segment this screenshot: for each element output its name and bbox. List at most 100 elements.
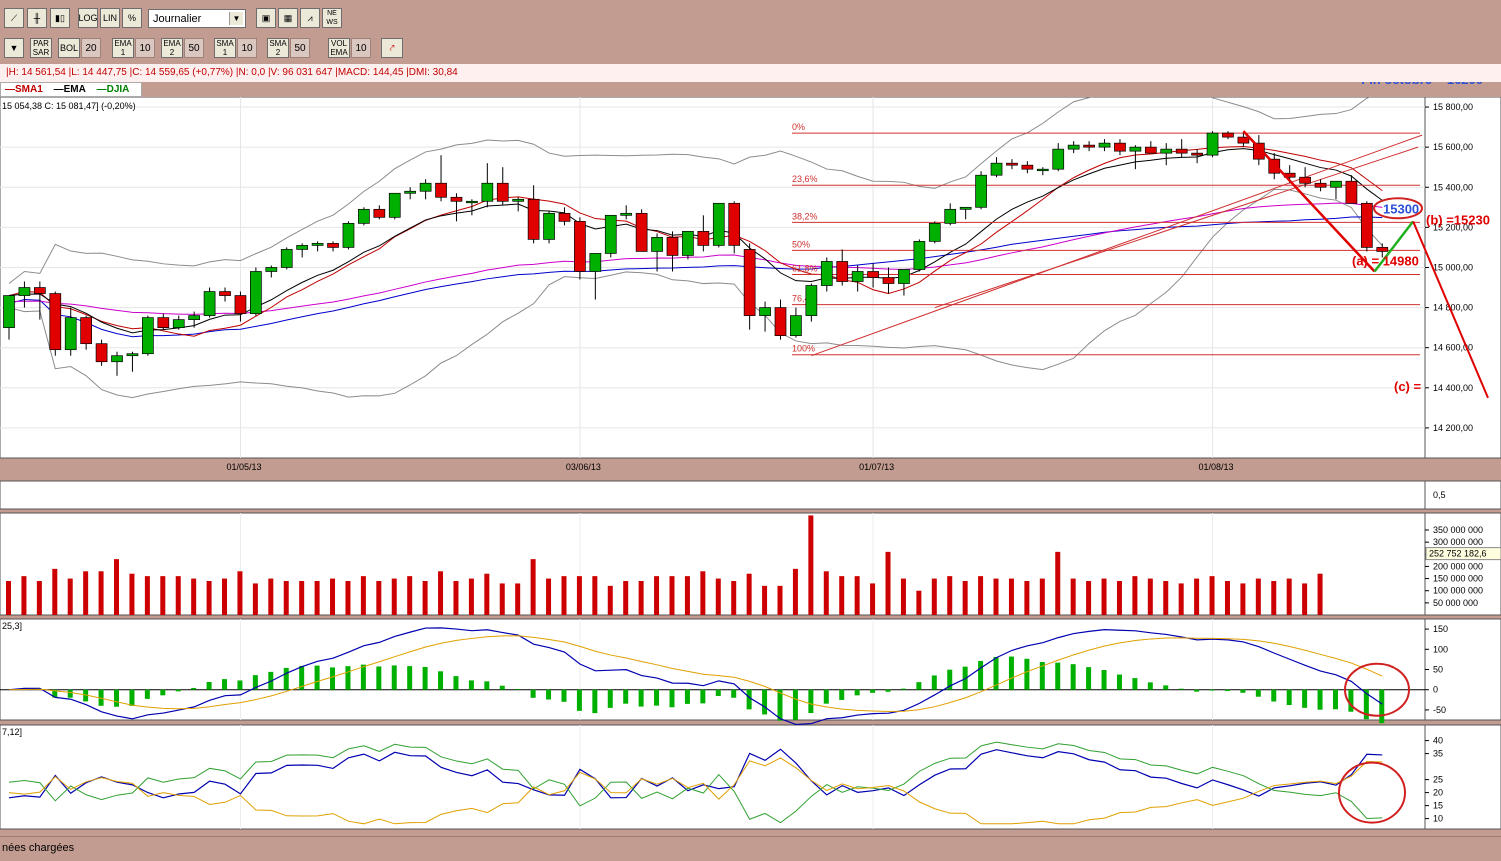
candle-body — [1206, 132, 1219, 156]
sma1-button[interactable]: SMA 1 — [214, 38, 236, 58]
candle-body — [512, 198, 525, 202]
macd-hist — [499, 685, 505, 690]
volume-bar — [407, 576, 413, 615]
macd-hist — [823, 689, 829, 704]
log-scale-button[interactable]: LOG — [78, 8, 98, 28]
bollinger-button[interactable]: BOL — [58, 38, 80, 58]
macd-hist — [839, 689, 845, 700]
macd-hist — [160, 689, 166, 696]
x-tick-label: 03/06/13 — [566, 462, 601, 472]
tool-button-1[interactable]: ▣ — [256, 8, 276, 28]
vol-tick-label: 100 000 000 — [1433, 586, 1483, 596]
candle-body — [543, 212, 555, 240]
volume-bar — [453, 581, 459, 615]
macd-hist — [283, 667, 289, 690]
tool-button-2[interactable]: ▦ — [278, 8, 298, 28]
candle-body — [558, 212, 571, 222]
series-legend: —SMA1 —EMA —DJIA — [0, 82, 143, 97]
ema2-button[interactable]: EMA 2 — [161, 38, 183, 58]
legend-sma1: —SMA1 — [5, 84, 43, 95]
macd-hist — [1194, 689, 1200, 692]
volume-bar — [345, 581, 351, 615]
candle-body — [188, 315, 201, 320]
vol-ema-period[interactable]: 10 — [351, 38, 371, 58]
dmi-tick-label: 40 — [1433, 736, 1443, 746]
candle-body — [358, 208, 370, 224]
ema1-button[interactable]: EMA 1 — [112, 38, 134, 58]
candle-body — [805, 285, 818, 316]
volume-bar — [1302, 583, 1308, 615]
dmi-tick-label: 20 — [1433, 788, 1443, 798]
sma2-button[interactable]: SMA 2 — [267, 38, 289, 58]
candle-body — [944, 208, 957, 224]
macd-tick-label: -50 — [1433, 705, 1446, 715]
panel-1 — [0, 480, 1426, 510]
candle-body — [1052, 148, 1065, 170]
macd-hist — [206, 682, 212, 690]
candle-body — [388, 192, 401, 218]
ema1-period[interactable]: 10 — [135, 38, 155, 58]
volume-bar — [978, 576, 984, 615]
news-button[interactable]: NE WS — [322, 8, 342, 28]
y-tick-label: 15 600,00 — [1433, 142, 1473, 152]
macd-hist — [607, 689, 613, 708]
macd-tick-label: 50 — [1433, 665, 1443, 675]
macd-hist — [546, 689, 552, 700]
bollinger-period[interactable]: 20 — [81, 38, 101, 58]
candle-body — [1222, 132, 1234, 138]
volume-bar — [854, 576, 860, 615]
volume-bar — [684, 576, 690, 615]
tool-button-3[interactable]: ⩘ — [300, 8, 320, 28]
dmi-tick-label: 35 — [1433, 749, 1443, 759]
sma2-period[interactable]: 50 — [290, 38, 310, 58]
volume-bar — [6, 581, 11, 615]
volume-bar — [268, 578, 274, 615]
candle-body — [790, 315, 802, 337]
volume-bar — [1255, 578, 1261, 615]
volume-bar — [114, 559, 120, 615]
panel-3 — [0, 618, 1426, 721]
candle-body — [172, 319, 185, 328]
candle-body — [311, 243, 324, 246]
draw-tool-button[interactable]: ⤤ — [381, 38, 403, 58]
candle-body — [481, 182, 494, 202]
bar-chart-button[interactable]: ╫ — [27, 8, 47, 28]
y-tick-label: 14 800,00 — [1433, 303, 1473, 313]
percent-scale-button[interactable]: % — [122, 8, 142, 28]
sma1-period[interactable]: 10 — [237, 38, 257, 58]
macd-hist — [67, 689, 73, 698]
candle-body — [666, 237, 679, 256]
indicator-toggle-button[interactable]: ▼ — [4, 38, 24, 58]
status-bar: nées chargées — [0, 836, 1501, 861]
volume-bar — [299, 581, 305, 615]
candle-body — [1036, 168, 1049, 172]
ema2-period[interactable]: 50 — [184, 38, 204, 58]
macd-hist — [885, 689, 891, 692]
macd-hist — [1178, 688, 1184, 690]
macd-hist — [1008, 656, 1014, 690]
macd-hist — [1086, 667, 1092, 690]
vol-ema-button[interactable]: VOL EMA — [328, 38, 350, 58]
volume-bar — [160, 576, 166, 615]
toolbar-indicators: ▼ PAR SAR BOL 20 EMA 1 10 EMA 2 50 SMA 1… — [0, 34, 1501, 87]
volume-bar — [1317, 573, 1323, 615]
candle-body — [49, 293, 62, 351]
macd-hist — [746, 689, 752, 710]
dmi-tick-label: 10 — [1433, 814, 1443, 824]
volume-bar — [916, 590, 922, 615]
chevron-down-icon: ▼ — [229, 12, 243, 25]
period-select[interactable]: Journalier ▼ — [148, 9, 246, 28]
candle-body — [898, 269, 910, 284]
macd-hist — [453, 676, 459, 690]
macd-hist — [561, 689, 567, 702]
candle-chart-button[interactable]: ▮▯ — [50, 8, 70, 28]
line-chart-button[interactable]: ⟋ — [4, 8, 24, 28]
circle-label: 15300 — [1383, 201, 1419, 216]
volume-bar — [808, 515, 814, 615]
macd-hist — [314, 665, 320, 690]
candle-body — [419, 182, 432, 192]
lin-scale-button[interactable]: LIN — [100, 8, 120, 28]
parsar-button[interactable]: PAR SAR — [30, 38, 52, 58]
chart-canvas[interactable]: 15 800,0015 600,0015 400,0015 200,0015 0… — [0, 97, 1501, 836]
macd-tick-label: 100 — [1433, 644, 1448, 654]
